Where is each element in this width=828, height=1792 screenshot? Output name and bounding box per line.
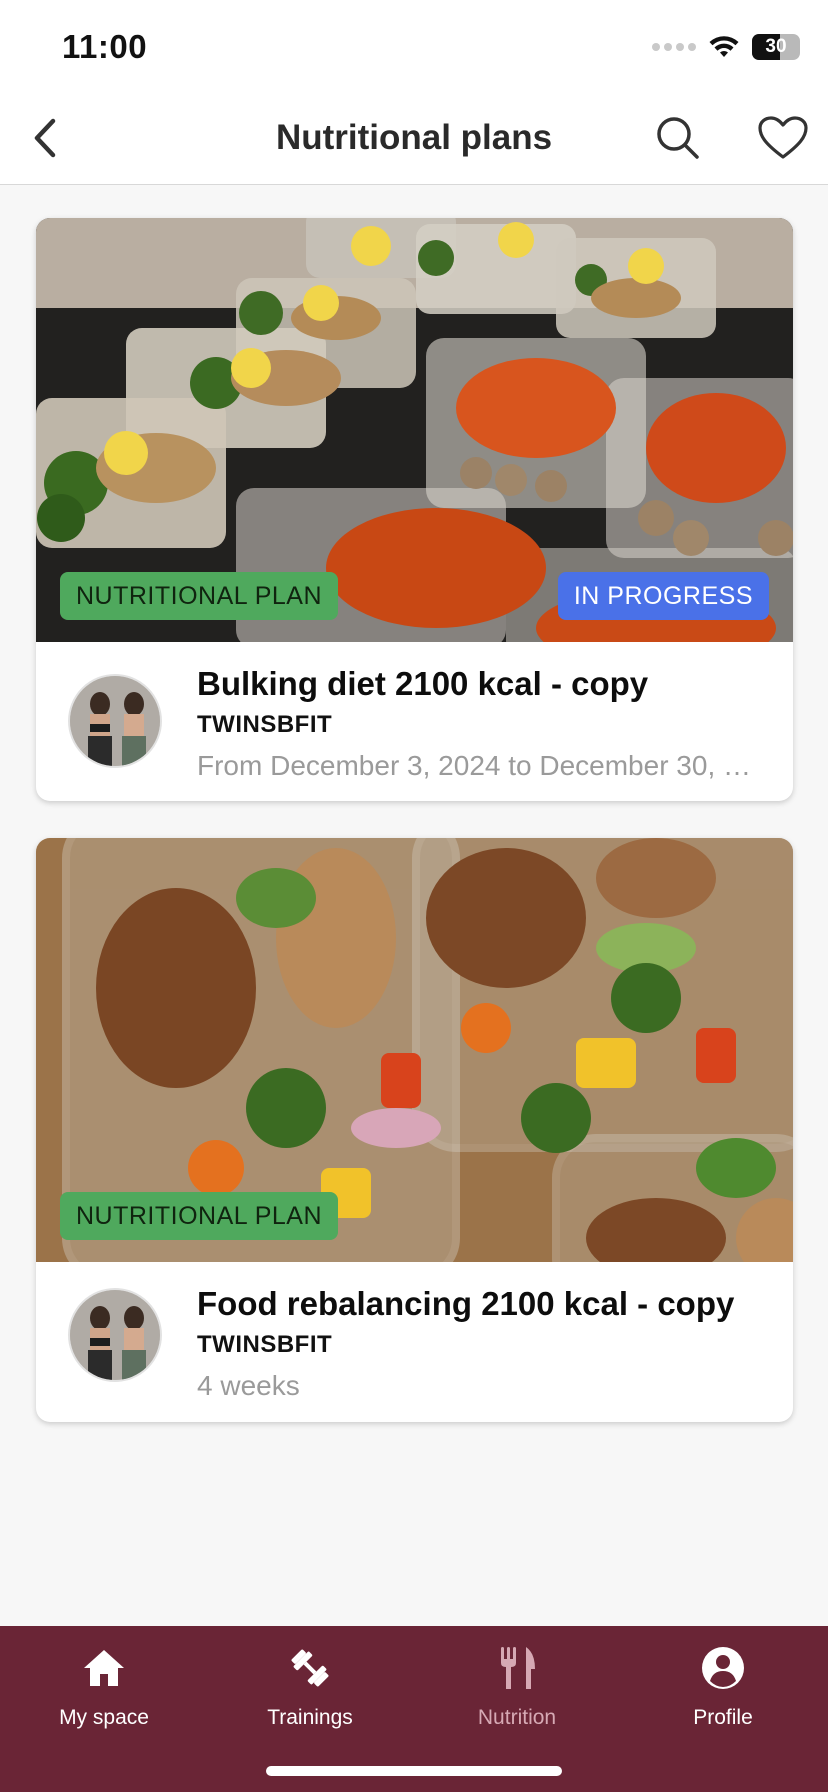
plan-image: NUTRITIONAL PLAN bbox=[36, 838, 793, 1262]
tab-label: Profile bbox=[693, 1706, 753, 1729]
plan-card[interactable]: NUTRITIONAL PLAN IN PROGRESS Bulking die… bbox=[36, 218, 793, 801]
plan-text: Bulking diet 2100 kcal - copy TWINSBFIT … bbox=[197, 662, 757, 784]
plan-type-badge: NUTRITIONAL PLAN bbox=[60, 1192, 339, 1240]
fork-knife-icon bbox=[493, 1644, 541, 1692]
status-indicators: 30 bbox=[652, 34, 800, 60]
plan-duration: 4 weeks bbox=[197, 1370, 300, 1401]
home-icon bbox=[80, 1644, 128, 1692]
tab-my-space[interactable]: My space bbox=[19, 1644, 189, 1744]
favorites-button[interactable] bbox=[754, 110, 812, 166]
plan-image: NUTRITIONAL PLAN IN PROGRESS bbox=[36, 218, 793, 642]
status-bar: 11:00 30 bbox=[0, 0, 828, 92]
battery-level: 30 bbox=[765, 36, 787, 57]
heart-outline-icon bbox=[758, 116, 808, 159]
tab-nutrition[interactable]: Nutrition bbox=[432, 1644, 602, 1744]
search-icon bbox=[657, 117, 699, 159]
author-avatar bbox=[68, 1288, 162, 1382]
dumbbell-icon bbox=[286, 1644, 334, 1692]
plan-type-badge: NUTRITIONAL PLAN bbox=[60, 572, 339, 620]
cellular-signal-icon bbox=[652, 43, 696, 51]
plan-title: Food rebalancing 2100 kcal - copy bbox=[197, 1285, 735, 1322]
plan-info: Food rebalancing 2100 kcal - copy TWINSB… bbox=[36, 1262, 793, 1422]
plan-info: Bulking diet 2100 kcal - copy TWINSBFIT … bbox=[36, 642, 793, 801]
plan-dates: From December 3, 2024 to December 30, 20… bbox=[197, 750, 757, 781]
author-avatar bbox=[68, 674, 162, 768]
plan-text: Food rebalancing 2100 kcal - copy TWINSB… bbox=[197, 1282, 757, 1404]
plan-author: TWINSBFIT bbox=[197, 711, 333, 738]
nav-header: Nutritional plans bbox=[0, 92, 828, 185]
tab-profile[interactable]: Profile bbox=[638, 1644, 808, 1744]
user-circle-icon bbox=[699, 1644, 747, 1692]
search-button[interactable] bbox=[650, 110, 706, 166]
tab-label: Trainings bbox=[267, 1706, 353, 1729]
status-time: 11:00 bbox=[62, 28, 148, 65]
tab-label: Nutrition bbox=[477, 1706, 557, 1729]
wifi-icon bbox=[709, 36, 739, 57]
status-badge: IN PROGRESS bbox=[557, 572, 769, 620]
plan-title: Bulking diet 2100 kcal - copy bbox=[197, 665, 649, 702]
tab-label: My space bbox=[59, 1706, 149, 1729]
home-indicator bbox=[266, 1766, 562, 1776]
nutritional-plans-screen: 11:00 30 Nutritional plans NUTRITIONAL P… bbox=[0, 0, 828, 1792]
tab-trainings[interactable]: Trainings bbox=[225, 1644, 395, 1744]
plan-card[interactable]: NUTRITIONAL PLAN Food rebalancing 2100 k… bbox=[36, 838, 793, 1422]
battery-icon: 30 bbox=[752, 34, 800, 60]
plan-author: TWINSBFIT bbox=[197, 1331, 333, 1358]
